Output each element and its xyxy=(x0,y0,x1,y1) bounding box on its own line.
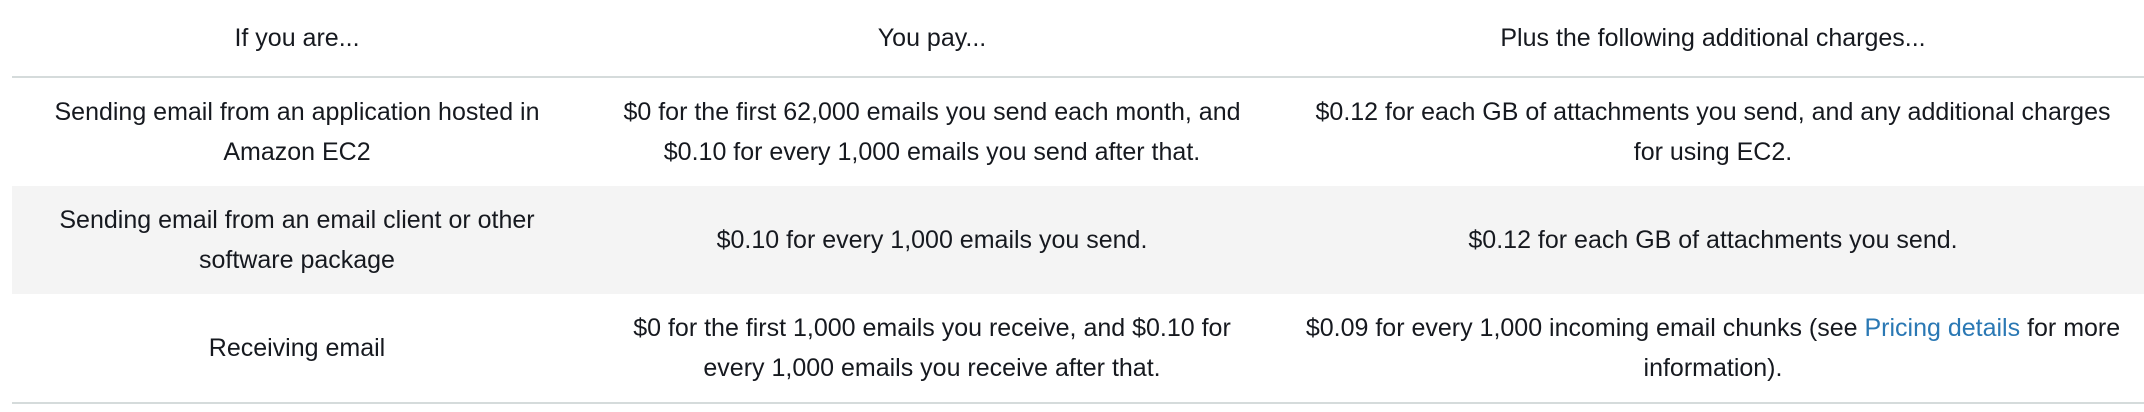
row-case: Sending email from an email client or ot… xyxy=(12,186,582,294)
pricing-details-link[interactable]: Pricing details xyxy=(1864,314,2020,342)
table-row: Receiving email $0 for the first 1,000 e… xyxy=(12,294,2144,404)
table-row: Sending email from an email client or ot… xyxy=(12,186,2144,294)
pricing-table: If you are... You pay... Plus the follow… xyxy=(12,0,2144,404)
row-case: Sending email from an application hosted… xyxy=(54,98,540,166)
additional-text-prefix: $0.09 for every 1,000 incoming email chu… xyxy=(1305,314,1865,342)
table-row: Sending email from an application hosted… xyxy=(12,77,2144,186)
row-pay: $0 for the first 1,000 emails you receiv… xyxy=(582,294,1282,404)
row-pay: $0 for the first 62,000 emails you send … xyxy=(623,98,1241,166)
header-additional-charges: Plus the following additional charges... xyxy=(1282,0,2144,78)
row-case: Receiving email xyxy=(12,294,582,404)
header-if-you-are: If you are... xyxy=(12,0,582,78)
row-pay: $0.10 for every 1,000 emails you send. xyxy=(582,186,1282,294)
row-additional: $0.09 for every 1,000 incoming email chu… xyxy=(1282,294,2144,404)
header-row: If you are... You pay... Plus the follow… xyxy=(12,0,2144,78)
row-additional: $0.12 for each GB of attachments you sen… xyxy=(1315,98,2111,166)
header-you-pay: You pay... xyxy=(582,0,1282,78)
row-additional: $0.12 for each GB of attachments you sen… xyxy=(1282,186,2144,294)
table-header: If you are... You pay... Plus the follow… xyxy=(12,0,2144,78)
table-body: Sending email from an application hosted… xyxy=(12,77,2144,404)
